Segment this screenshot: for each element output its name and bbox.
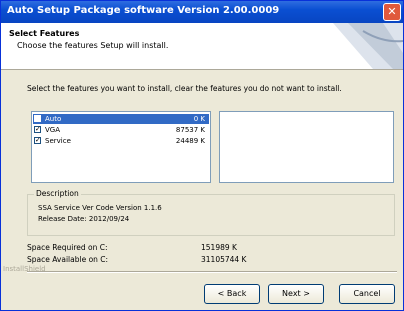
feature-label: Service	[45, 137, 71, 145]
feature-size: 24489 K	[175, 137, 205, 145]
feature-checkbox[interactable]: ✓	[34, 126, 41, 133]
instructions-text: Select the features you want to install,…	[27, 84, 342, 93]
cancel-button[interactable]: Cancel	[339, 284, 395, 304]
description-line: Release Date: 2012/09/24	[38, 215, 130, 223]
feature-size: 87537 K	[175, 126, 205, 134]
description-line: SSA Service Ver Code Version 1.1.6	[38, 204, 162, 212]
feature-detail-panel	[219, 111, 394, 183]
space-required-label: Space Required on C:	[27, 243, 108, 252]
close-button[interactable]: ✕	[383, 3, 401, 21]
back-button[interactable]: < Back	[204, 284, 260, 304]
header-panel: Select Features Choose the features Setu…	[1, 23, 403, 70]
feature-item-auto[interactable]: Auto 0 K	[33, 114, 209, 124]
space-available-label: Space Available on C:	[27, 255, 109, 264]
description-legend: Description	[34, 189, 81, 198]
setup-window: Auto Setup Package software Version 2.00…	[0, 0, 404, 311]
space-available-value: 31105744 K	[201, 255, 247, 264]
feature-item-vga[interactable]: ✓ VGA 87537 K	[33, 125, 209, 135]
title-bar[interactable]: Auto Setup Package software Version 2.00…	[1, 1, 403, 23]
feature-size: 0 K	[193, 115, 205, 123]
window-title: Auto Setup Package software Version 2.00…	[7, 5, 280, 16]
feature-label: VGA	[45, 126, 61, 134]
header-subtitle: Choose the features Setup will install.	[17, 41, 169, 50]
footer-divider	[27, 271, 397, 273]
description-group: Description SSA Service Ver Code Version…	[27, 189, 395, 236]
feature-label: Auto	[45, 115, 62, 123]
header-graphic-icon	[333, 23, 403, 69]
space-required-value: 151989 K	[201, 243, 237, 252]
close-icon: ✕	[387, 5, 397, 18]
feature-list[interactable]: Auto 0 K ✓ VGA 87537 K ✓ Service 24489 K	[31, 111, 211, 183]
feature-item-service[interactable]: ✓ Service 24489 K	[33, 136, 209, 146]
next-button[interactable]: Next >	[268, 284, 324, 304]
header-title: Select Features	[9, 29, 80, 38]
feature-checkbox[interactable]: ✓	[34, 137, 41, 144]
feature-checkbox[interactable]	[34, 115, 41, 122]
